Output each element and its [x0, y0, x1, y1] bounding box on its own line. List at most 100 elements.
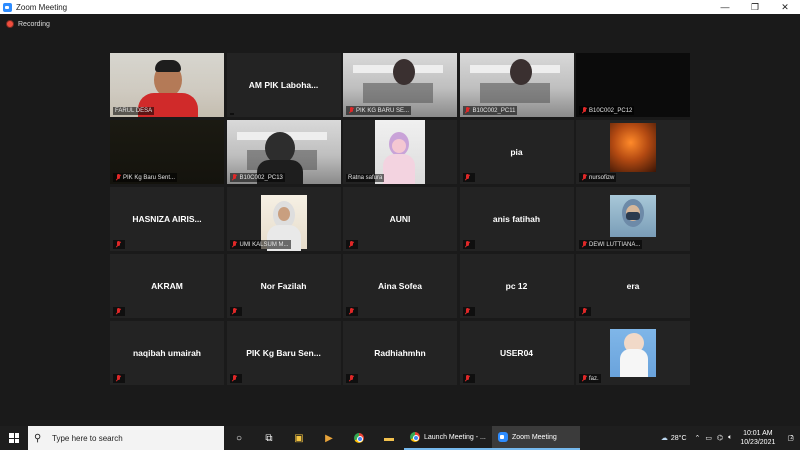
participant-label-bg: B10C002_PC11: [462, 106, 518, 115]
search-placeholder: Type here to search: [52, 433, 123, 443]
participant-label: [229, 307, 242, 316]
minimize-button[interactable]: —: [710, 0, 740, 14]
taskbar-app-chrome[interactable]: Launch Meeting - ...: [404, 426, 492, 450]
participant-tile[interactable]: B10C002_PC11: [459, 53, 574, 117]
muted-mic-icon: [115, 308, 121, 315]
participant-label: [113, 374, 125, 383]
muted-mic-icon: [348, 241, 354, 248]
participant-label-bg: PIK KG BARU SE...: [346, 106, 412, 115]
media-player-icon[interactable]: ▶: [314, 426, 344, 450]
participant-tile[interactable]: Radhiahmhn: [343, 321, 457, 385]
participant-label-bg: [229, 307, 242, 316]
participant-tile[interactable]: USER04: [459, 321, 574, 385]
participant-tile[interactable]: PIK KG BARU SE...: [343, 53, 457, 117]
participant-label: [113, 240, 125, 249]
clock-time: 10:01 AM: [743, 430, 773, 437]
participant-tile[interactable]: B10C002_PC13: [226, 120, 341, 184]
participant-label: PIK KG BARU SE...: [346, 106, 412, 115]
participant-tile[interactable]: HASNIZA AIRIS...: [110, 187, 224, 251]
close-button[interactable]: ✕: [770, 0, 800, 14]
participant-tile[interactable]: Ratna safura: [343, 120, 457, 184]
participant-tile[interactable]: nursofizw: [576, 120, 690, 184]
participant-name: Ratna safura: [348, 175, 383, 181]
chrome-taskbar-icon[interactable]: [344, 426, 374, 450]
muted-mic-icon: [465, 107, 471, 114]
participant-display-name: USER04: [499, 348, 534, 358]
participant-name: B10C002_PC13: [239, 174, 283, 181]
clock[interactable]: 10:01 AM 10/23/2021: [740, 429, 775, 447]
participant-tile[interactable]: anis fatihah: [459, 187, 574, 251]
file-explorer-icon[interactable]: ▬: [374, 426, 404, 450]
chrome-icon: [410, 432, 420, 442]
recording-label: Recording: [18, 20, 50, 28]
participant-label: DEWI LUTTIANA...: [579, 240, 643, 249]
weather-cloud-icon[interactable]: ☁: [661, 434, 668, 442]
muted-mic-icon: [232, 174, 238, 181]
taskbar-app-zoom[interactable]: Zoom Meeting: [492, 426, 580, 450]
participant-tile[interactable]: AM PIK Laboha...: [226, 53, 341, 117]
muted-mic-icon: [581, 375, 587, 382]
participant-tile[interactable]: AUNI: [343, 187, 457, 251]
notification-icon[interactable]: ▢ 2: [787, 434, 794, 442]
zoom-icon: [498, 432, 508, 442]
network-icon[interactable]: ⌬: [717, 434, 723, 442]
participant-display-name: Radhiahmhn: [374, 348, 426, 358]
participant-tile[interactable]: pia: [459, 120, 574, 184]
participant-tile[interactable]: Nor Fazilah: [226, 254, 341, 318]
participant-tile[interactable]: PIK Kg Baru Sent...: [110, 120, 224, 184]
battery-icon[interactable]: ▭: [705, 434, 712, 442]
muted-mic-icon: [348, 107, 354, 114]
participant-name: UMI KALSUM M...: [239, 241, 289, 248]
participant-label: nursofizw: [579, 173, 617, 182]
participant-label-bg: Ratna safura: [346, 174, 385, 182]
participant-tile[interactable]: era: [576, 254, 690, 318]
task-view-icon[interactable]: ⧉: [254, 426, 284, 450]
muted-mic-icon: [581, 107, 587, 114]
chevron-up-icon[interactable]: ⌃: [695, 434, 701, 442]
muted-mic-icon: [232, 308, 238, 315]
participant-label-bg: [113, 374, 125, 383]
taskbar-search-box[interactable]: ⚲ Type here to search: [28, 426, 224, 450]
participant-display-name: naqibah umairah: [132, 348, 201, 358]
participant-tile[interactable]: UMI KALSUM M...: [226, 187, 341, 251]
participant-label: B10C002_PC12: [579, 106, 635, 115]
participant-tile[interactable]: FARUL DESA: [110, 53, 224, 117]
participant-label: [229, 113, 234, 115]
participant-display-name: AKRAM: [151, 281, 183, 291]
participant-label-bg: [113, 240, 125, 249]
participant-tile[interactable]: faz.: [576, 321, 690, 385]
participant-label: FARUL DESA: [113, 107, 155, 115]
windows-taskbar: ⚲ Type here to search ○ ⧉ ▣ ▶ ▬ Launch M…: [0, 426, 800, 450]
weather-temp[interactable]: 28°C: [671, 435, 687, 442]
participant-label-bg: [346, 374, 358, 383]
volume-icon[interactable]: 🔈︎: [728, 434, 732, 442]
participant-label-bg: [462, 240, 475, 249]
participant-tile[interactable]: DEWI LUTTIANA...: [576, 187, 690, 251]
participant-label-bg: [462, 307, 475, 316]
participant-label: [346, 307, 358, 316]
window-title: Zoom Meeting: [16, 2, 68, 12]
participant-tile[interactable]: pc 12: [459, 254, 574, 318]
participant-label-bg: [462, 173, 475, 182]
participant-display-name: era: [626, 281, 640, 291]
muted-mic-icon: [115, 375, 121, 382]
participant-label-bg: [229, 113, 234, 115]
participant-tile[interactable]: AKRAM: [110, 254, 224, 318]
participant-label: [462, 307, 475, 316]
participant-tile[interactable]: naqibah umairah: [110, 321, 224, 385]
cortana-icon[interactable]: ○: [224, 426, 254, 450]
recording-indicator[interactable]: Recording: [6, 20, 50, 28]
recording-dot-icon: [6, 20, 14, 28]
window-controls: — ❐ ✕: [710, 0, 800, 14]
participant-label: B10C002_PC11: [462, 106, 518, 115]
participant-tile[interactable]: PIK Kg Baru Sen...: [226, 321, 341, 385]
start-button[interactable]: [0, 426, 28, 450]
store-icon[interactable]: ▣: [284, 426, 314, 450]
restore-button[interactable]: ❐: [740, 0, 770, 14]
participant-tile[interactable]: Aina Sofea: [343, 254, 457, 318]
muted-mic-icon: [465, 375, 471, 382]
muted-mic-icon: [465, 308, 471, 315]
muted-mic-icon: [232, 241, 238, 248]
participant-label: [113, 307, 125, 316]
participant-tile[interactable]: B10C002_PC12: [576, 53, 690, 117]
